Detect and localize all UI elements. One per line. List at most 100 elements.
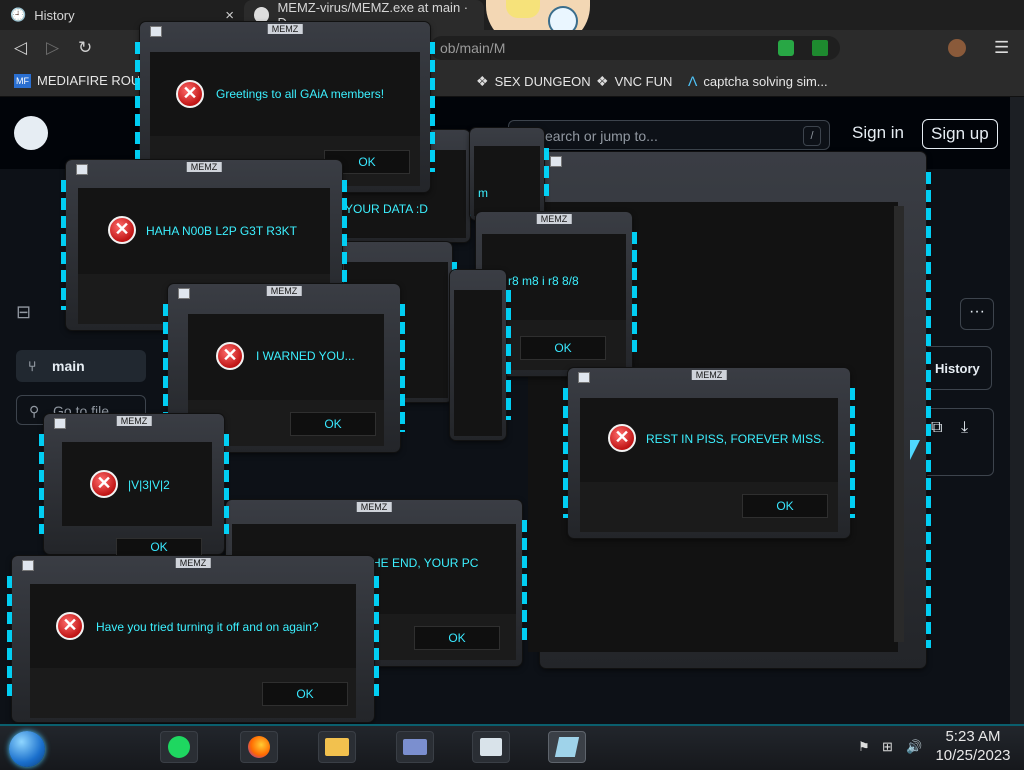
search-input[interactable]: earch or jump to... /	[508, 120, 830, 150]
ok-button[interactable]: OK	[742, 494, 828, 518]
error-icon: ✕	[216, 342, 244, 370]
more-options-button[interactable]: ···	[960, 298, 994, 330]
bookmark-captcha[interactable]: Λ captcha solving sim...	[688, 73, 828, 89]
spotify-icon	[168, 736, 190, 758]
window-title: MEMZ	[116, 416, 152, 426]
taskbar-clock[interactable]: 5:23 AM 10/25/2023	[930, 727, 1016, 765]
profile-avatar[interactable]	[948, 39, 966, 57]
branch-selector[interactable]: ⑂ main	[16, 350, 146, 382]
bookmark-label: SEX DUNGEON	[494, 74, 591, 89]
firefox-icon	[248, 736, 270, 758]
window-body	[474, 146, 540, 216]
download-icon[interactable]: ⤓	[961, 419, 968, 437]
search-placeholder: earch or jump to...	[545, 128, 658, 144]
error-message: I WARNED YOU...	[256, 349, 355, 363]
window-title: MEMZ	[175, 558, 211, 568]
bookmark-sex-dungeon[interactable]: ❖ SEX DUNGEON	[476, 73, 591, 90]
window-system-icon	[550, 156, 562, 167]
bookmark-label: captcha solving sim...	[703, 73, 828, 89]
taskbar-app-explorer[interactable]	[318, 731, 356, 763]
error-message: Have you tried turning it off and on aga…	[96, 620, 319, 634]
volume-icon[interactable]: 🔊	[906, 739, 922, 755]
ok-button[interactable]: OK	[262, 682, 348, 706]
document-icon	[480, 738, 502, 756]
window-system-icon	[178, 288, 190, 299]
ok-button[interactable]: OK	[116, 538, 202, 556]
puzzle-icon: ❖	[476, 73, 489, 89]
ok-button[interactable]: OK	[520, 336, 606, 360]
history-label: History	[935, 361, 980, 376]
bookmark-label: MEDIAFIRE ROUL	[37, 73, 148, 88]
cartoon-hair	[506, 0, 540, 18]
error-message: YOUR DATA :D	[345, 202, 428, 216]
menu-icon[interactable]: ☰	[994, 38, 1009, 58]
a-icon: Λ	[688, 73, 698, 89]
window-title: MEMZ	[691, 370, 727, 380]
error-icon: ✕	[608, 424, 636, 452]
security-flag-icon[interactable]: ⚑	[858, 739, 870, 755]
network-icon[interactable]: ⊞	[882, 739, 893, 755]
tab-label: History	[34, 7, 75, 23]
page-scrollbar[interactable]	[1010, 97, 1024, 724]
window-system-icon	[54, 418, 66, 429]
bookmark-label: VNC FUN	[614, 74, 673, 89]
sidebar-toggle-icon[interactable]: ⊟	[16, 302, 31, 323]
error-icon: ✕	[176, 80, 204, 108]
forward-icon[interactable]: ▷	[46, 38, 59, 58]
shield-icon[interactable]	[812, 40, 828, 56]
error-message: Greetings to all GAiA members!	[216, 87, 385, 101]
memz-window-tried: MEMZ ✕ Have you tried turning it off and…	[7, 556, 379, 722]
window-system-icon	[578, 372, 590, 383]
taskbar	[0, 724, 1024, 770]
taskbar-app-firefox[interactable]	[240, 731, 278, 763]
memz-window-rip: MEMZ ✕ REST IN PISS, FOREVER MISS. OK	[563, 368, 855, 538]
window-title: MEMZ	[266, 286, 302, 296]
window-title: MEMZ	[267, 24, 303, 34]
sign-up-button[interactable]: Sign up	[922, 119, 998, 149]
notepad-icon	[554, 737, 580, 757]
bookmark-mediafire[interactable]: MF MEDIAFIRE ROUL	[14, 73, 148, 88]
github-logo-icon[interactable]	[14, 116, 48, 150]
id-card-icon	[403, 739, 427, 755]
ok-button[interactable]: OK	[290, 412, 376, 436]
memz-window-meme: MEMZ ✕ |V|3|V|2 OK	[39, 414, 229, 556]
ok-button[interactable]: OK	[414, 626, 500, 650]
taskbar-app-card[interactable]	[396, 731, 434, 763]
error-message: HE END, YOUR PC	[372, 556, 479, 570]
clock-icon: 🕘	[10, 7, 27, 22]
window-system-icon	[22, 560, 34, 571]
start-button[interactable]	[9, 731, 45, 767]
taskbar-app-notepad[interactable]	[548, 731, 586, 763]
sign-in-link[interactable]: Sign in	[852, 123, 904, 143]
puzzle-icon: ❖	[596, 73, 609, 89]
taskbar-app-document[interactable]	[472, 731, 510, 763]
copy-icon[interactable]: ⧉	[931, 419, 942, 437]
mediafire-icon: MF	[14, 73, 31, 88]
slash-key-hint: /	[803, 126, 821, 146]
close-tab-button[interactable]: ×	[225, 7, 234, 24]
branch-icon: ⑂	[28, 358, 37, 374]
url-text: ob/main/M	[440, 40, 506, 56]
clock-date: 10/25/2023	[935, 747, 1011, 764]
back-icon[interactable]: ◁	[14, 38, 27, 58]
reload-icon[interactable]: ↻	[78, 38, 92, 58]
taskbar-app-spotify[interactable]	[160, 731, 198, 763]
extension-green-icon[interactable]	[778, 40, 794, 61]
error-message: REST IN PISS, FOREVER MISS.	[646, 432, 825, 446]
window-scrollbar[interactable]	[894, 206, 904, 642]
search-icon: ⚲	[29, 403, 40, 419]
bookmark-vnc-fun[interactable]: ❖ VNC FUN	[596, 73, 672, 90]
folder-icon	[325, 738, 349, 756]
github-icon	[254, 7, 270, 23]
memz-window-m: m	[470, 128, 549, 220]
error-icon: ✕	[108, 216, 136, 244]
error-message: r8 m8 i r8 8/8	[508, 274, 579, 288]
window-body	[454, 290, 502, 436]
error-icon: ✕	[56, 612, 84, 640]
window-system-icon	[76, 164, 88, 175]
error-message: HAHA N00B L2P G3T R3KT	[146, 224, 297, 238]
window-title: MEMZ	[186, 162, 222, 172]
clock-time: 5:23 AM	[945, 728, 1001, 745]
error-message: |V|3|V|2	[128, 478, 170, 492]
file-action-buttons: ⧉ ⤓	[920, 408, 994, 476]
